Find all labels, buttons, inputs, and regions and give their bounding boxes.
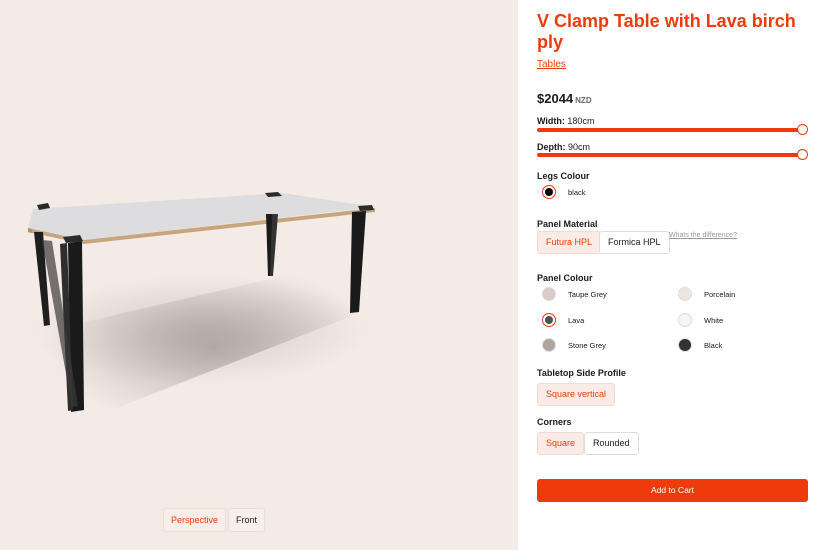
configurator-panel: V Clamp Table with Lava birch ply Tables… [518,0,828,550]
panel-colour-taupe-grey[interactable]: Taupe Grey [542,287,607,301]
stone-grey-swatch-icon [542,338,556,352]
price-value: $2044 [537,91,574,106]
panel-material-title: Panel Material [537,219,598,229]
legs-colour-title: Legs Colour [537,171,590,181]
porcelain-swatch-icon [678,287,692,301]
table-render [28,192,380,430]
depth-value: 90cm [568,142,591,152]
price: $2044 NZD [537,91,592,106]
tabletop-profile-title: Tabletop Side Profile [537,368,626,378]
panel-colour-title: Panel Colour [537,273,593,283]
depth-slider[interactable] [537,153,803,157]
panel-colour-black[interactable]: Black [678,338,722,352]
category-link[interactable]: Tables [537,59,566,70]
clamp-front-right [358,205,374,211]
white-swatch-icon [678,313,692,327]
width-label: Width: 180cm [537,116,595,126]
width-slider[interactable] [537,128,803,132]
lava-swatch-icon [542,313,556,327]
add-to-cart-button[interactable]: Add to Cart [537,479,808,502]
view-front-button[interactable]: Front [228,508,266,532]
material-difference-link[interactable]: Whats the difference? [669,232,737,239]
depth-slider-handle[interactable] [797,149,808,160]
taupe-grey-swatch-icon [542,287,556,301]
panel-colour-porcelain[interactable]: Porcelain [678,287,735,301]
width-slider-handle[interactable] [797,124,808,135]
black-swatch-icon [542,185,556,199]
depth-label: Depth: 90cm [537,142,591,152]
material-formica-button[interactable]: Formica HPL [599,231,670,254]
view-perspective-button[interactable]: Perspective [163,508,227,532]
product-title: V Clamp Table with Lava birch ply [537,11,796,52]
material-futura-button[interactable]: Futura HPL [537,231,602,254]
legs-colour-black[interactable]: black [542,185,586,199]
panel-colour-lava[interactable]: Lava [542,313,584,327]
black-panel-swatch-icon [678,338,692,352]
panel-colour-white[interactable]: White [678,313,723,327]
price-currency: NZD [575,96,592,105]
view-toggle: Perspective Front [163,508,266,532]
width-value: 180cm [567,116,595,126]
panel-colour-stone-grey[interactable]: Stone Grey [542,338,606,352]
corners-square-button[interactable]: Square [537,432,585,455]
corners-rounded-button[interactable]: Rounded [584,432,639,455]
profile-square-vertical-button[interactable]: Square vertical [537,383,616,406]
product-viewer[interactable]: Perspective Front [0,0,518,550]
corners-title: Corners [537,417,572,427]
